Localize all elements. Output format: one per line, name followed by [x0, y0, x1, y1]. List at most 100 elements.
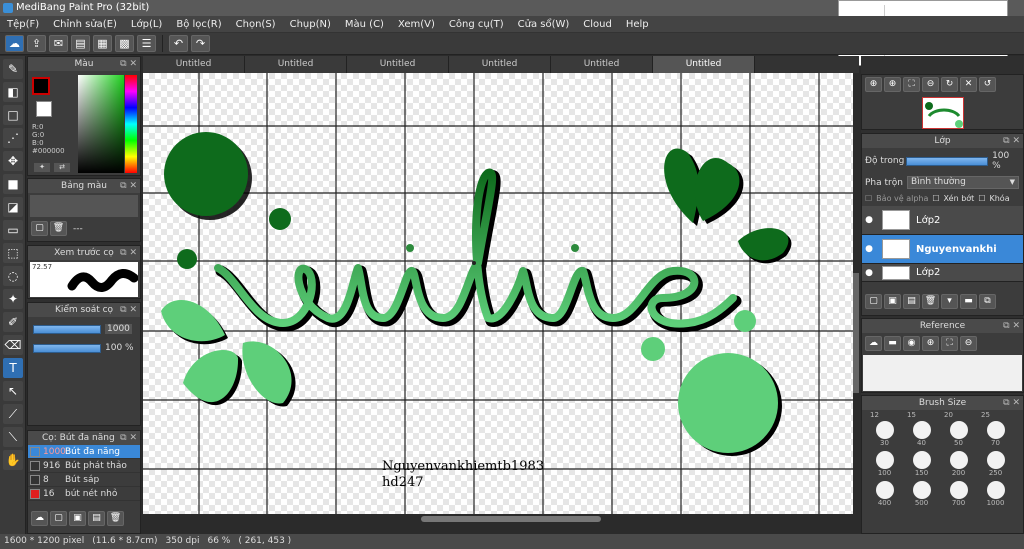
menu-tools[interactable]: Công cụ(T) — [442, 19, 511, 30]
menu-layer[interactable]: Lớp(L) — [124, 19, 169, 30]
panel-buttons-icon[interactable]: ⧉ ✕ — [1003, 319, 1020, 333]
lock-checkbox[interactable]: ☐ — [978, 194, 985, 203]
color-swap-icon[interactable]: ✦ — [34, 163, 50, 172]
saturation-brightness-picker[interactable] — [78, 75, 124, 173]
layer-menu-icon[interactable]: ▾ — [941, 294, 958, 309]
new-palette-icon[interactable]: ▢ — [31, 221, 48, 236]
panel-buttons-icon[interactable]: ⧉ ✕ — [1003, 396, 1020, 410]
select-rect-tool-icon[interactable]: ⬚ — [3, 243, 23, 263]
dot-tool-icon[interactable]: ⋰ — [3, 128, 23, 148]
cloud-icon[interactable]: ☁ — [5, 35, 24, 52]
tab-document[interactable]: Untitled — [347, 56, 449, 73]
drawing-canvas[interactable]: Nguyenvankhiemtb1983 hd247 — [143, 73, 853, 514]
lasso-tool-icon[interactable]: ◌ — [3, 266, 23, 286]
list-icon[interactable]: ☰ — [137, 35, 156, 52]
panel-buttons-icon[interactable]: ⧉ ✕ — [120, 431, 137, 445]
brush-size-option[interactable]: 40 — [903, 419, 940, 449]
magic-wand-tool-icon[interactable]: ✦ — [3, 289, 23, 309]
menu-file[interactable]: Tệp(F) — [0, 19, 46, 30]
menu-edit[interactable]: Chỉnh sửa(E) — [46, 19, 124, 30]
menu-snap[interactable]: Chụp(N) — [283, 19, 338, 30]
zoom-icon[interactable]: ⊕ — [865, 77, 882, 92]
menu-cloud[interactable]: Cloud — [576, 19, 619, 30]
text-tool-icon[interactable]: T — [3, 358, 23, 378]
panel-buttons-icon[interactable]: ⧉ ✕ — [1003, 134, 1020, 148]
eraser-tool-icon[interactable]: ◧ — [3, 82, 23, 102]
eyedropper-tool-icon[interactable]: ⟋ — [3, 404, 23, 424]
vertical-scroll-thumb[interactable] — [853, 273, 859, 393]
tab-document[interactable]: Untitled — [245, 56, 347, 73]
merge-layer-icon[interactable]: ⧉ — [979, 294, 996, 309]
document-icon[interactable]: ▤ — [71, 35, 90, 52]
menu-help[interactable]: Help — [619, 19, 656, 30]
hand-tool-icon[interactable]: ✋ — [3, 450, 23, 470]
menu-filter[interactable]: Bộ lọc(R) — [169, 19, 228, 30]
bucket-tool-icon[interactable]: ◪ — [3, 197, 23, 217]
layer-row-selected[interactable]: ● Nguyenvankhi — [862, 235, 1023, 264]
brush-item[interactable]: 16 bút nét nhỏ — [28, 487, 140, 501]
navigator-thumbnail[interactable] — [922, 97, 964, 129]
clipping-checkbox[interactable]: ☐ — [932, 194, 939, 203]
brush-delete-icon[interactable]: 🗑 — [107, 511, 124, 526]
expand-icon[interactable]: ✕ — [960, 77, 977, 92]
flip-icon[interactable]: ↺ — [979, 77, 996, 92]
delete-palette-icon[interactable]: 🗑 — [50, 221, 67, 236]
tab-document[interactable]: Untitled — [449, 56, 551, 73]
brush-size-option[interactable]: 150 — [903, 449, 940, 479]
menu-view[interactable]: Xem(V) — [391, 19, 442, 30]
brush-size-option[interactable]: 70 — [977, 419, 1014, 449]
brush-size-option[interactable]: 400 — [866, 479, 903, 509]
brush-size-value[interactable]: 1000 — [105, 324, 132, 334]
tab-document[interactable]: Untitled — [143, 56, 245, 73]
panel-buttons-icon[interactable]: ⧉ ✕ — [120, 246, 137, 260]
fill-rect-tool-icon[interactable]: ■ — [3, 174, 23, 194]
redo-icon[interactable]: ↷ — [191, 35, 210, 52]
brush-size-option[interactable]: 100 — [866, 449, 903, 479]
copy-layer-icon[interactable]: ▣ — [884, 294, 901, 309]
panel-buttons-icon[interactable]: ⧉ ✕ — [120, 57, 137, 71]
reference-cloud-icon[interactable]: ☁ — [865, 336, 882, 351]
comment-icon[interactable]: ✉ — [49, 35, 68, 52]
blend-mode-select[interactable]: Bình thường ▼ — [907, 176, 1019, 189]
brush-item[interactable]: 1000 Bút đa năng — [28, 445, 140, 459]
brush-new-icon[interactable]: ▢ — [50, 511, 67, 526]
brush-size-option[interactable]: 200 — [940, 449, 977, 479]
color-reset-icon[interactable]: ⇄ — [54, 163, 70, 172]
brush-size-option[interactable]: 250 — [977, 449, 1014, 479]
horizontal-scroll-thumb[interactable] — [421, 516, 601, 522]
tab-document[interactable]: Untitled — [551, 56, 653, 73]
new-layer-icon[interactable]: ▢ — [865, 294, 882, 309]
fit-icon[interactable]: ⛶ — [903, 77, 920, 92]
secondary-color-swatch[interactable] — [36, 101, 52, 117]
eye-icon[interactable]: ● — [862, 244, 876, 254]
vertical-scrollbar[interactable] — [853, 73, 859, 514]
reference-zoom-in-icon[interactable]: ⊕ — [922, 336, 939, 351]
export-icon[interactable]: ⇪ — [27, 35, 46, 52]
brush-copy-icon[interactable]: ▣ — [69, 511, 86, 526]
brush-size-option[interactable]: 500 — [903, 479, 940, 509]
delete-layer-icon[interactable]: 🗑 — [922, 294, 939, 309]
horizontal-scrollbar[interactable] — [143, 514, 859, 524]
brush-item[interactable]: 8 Bút sáp — [28, 473, 140, 487]
layer-opacity-slider[interactable] — [906, 156, 989, 166]
brush-opacity-slider[interactable] — [33, 343, 101, 353]
protect-alpha-checkbox[interactable]: ☐ — [865, 194, 872, 203]
reference-capture-icon[interactable]: ◉ — [903, 336, 920, 351]
brush-size-option[interactable]: 700 — [940, 479, 977, 509]
brush-size-option[interactable]: 1000 — [977, 479, 1014, 509]
page-icon[interactable]: ▦ — [93, 35, 112, 52]
brush-cloud-icon[interactable]: ☁ — [31, 511, 48, 526]
brush-size-slider[interactable] — [33, 324, 101, 334]
eye-icon[interactable]: ● — [862, 215, 876, 225]
grid-icon[interactable]: ▩ — [115, 35, 134, 52]
menu-select[interactable]: Chọn(S) — [229, 19, 283, 30]
undo-icon[interactable]: ↶ — [169, 35, 188, 52]
layer-row[interactable]: ● Lớp2 — [862, 206, 1023, 235]
brush-size-option[interactable]: 30 — [866, 419, 903, 449]
zoom-in-icon[interactable]: ⊕ — [884, 77, 901, 92]
panel-buttons-icon[interactable]: ⧉ ✕ — [120, 179, 137, 193]
eye-icon[interactable]: ● — [862, 268, 876, 278]
palette-swatches[interactable] — [30, 195, 138, 217]
tab-document-active[interactable]: Untitled — [653, 56, 755, 73]
zoom-out-icon[interactable]: ⊖ — [922, 77, 939, 92]
